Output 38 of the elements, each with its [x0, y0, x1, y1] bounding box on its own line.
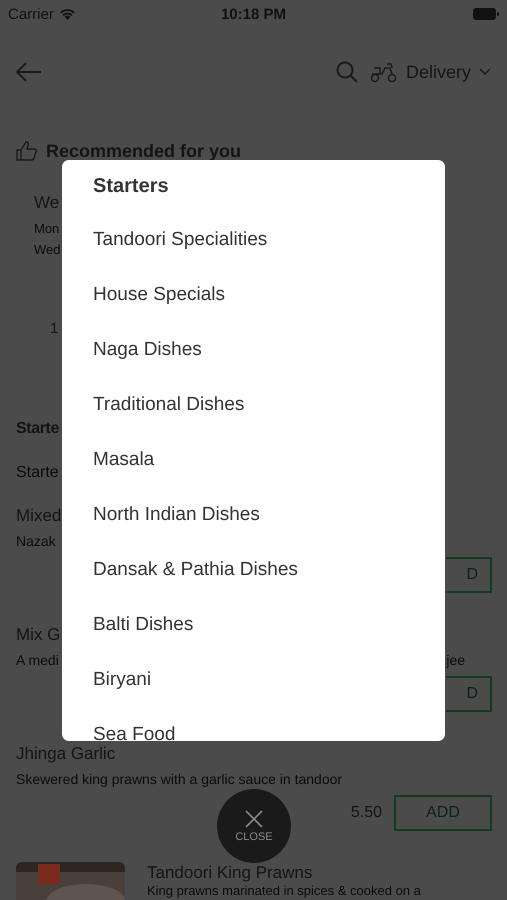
dish-description: Skewered king prawns with a garlic sauce in tandoor — [16, 771, 342, 787]
dish-name: Mix G — [16, 625, 60, 645]
modal-title: Starters — [93, 174, 169, 198]
carrier-label: Carrier — [8, 6, 54, 22]
recommended-item-title: We — [34, 193, 60, 213]
category-item[interactable]: Sea Food — [93, 724, 176, 741]
dish-description: Nazak — [16, 533, 56, 549]
back-arrow-icon[interactable] — [16, 62, 42, 82]
category-item[interactable]: Masala — [93, 448, 154, 470]
subsection-title: Starte — [16, 464, 59, 482]
chevron-down-icon — [479, 68, 491, 76]
dish-name: Tandoori King Prawns — [147, 864, 314, 881]
dish-description-end: jee — [446, 652, 465, 668]
close-icon — [245, 810, 263, 828]
scooter-icon — [370, 61, 398, 83]
category-item[interactable]: Traditional Dishes — [93, 394, 244, 416]
search-icon[interactable] — [336, 61, 358, 83]
dish-name: Jhinga Garlic — [16, 744, 116, 764]
status-time: 10:18 PM — [220, 6, 286, 22]
close-button[interactable]: CLOSE — [217, 789, 291, 863]
category-item[interactable]: House Specials — [93, 284, 226, 306]
dish-price: 5.50 — [350, 804, 382, 822]
dish-description: King prawns marinated in spices & cooked on a — [147, 884, 421, 897]
category-item[interactable]: Naga Dishes — [93, 338, 202, 360]
thumbs-up-icon — [16, 141, 38, 161]
recommended-title: Recommended for you — [46, 140, 242, 162]
wifi-icon — [58, 8, 76, 20]
dish-description: A medi — [16, 652, 59, 668]
recommended-item-hours: Mon — [34, 220, 60, 236]
category-item[interactable]: Tandoori Specialities — [93, 228, 268, 250]
battery-icon — [473, 8, 499, 20]
category-item[interactable]: Biryani — [93, 668, 152, 690]
recommended-item-hours: Wed — [34, 242, 60, 256]
category-item[interactable]: Balti Dishes — [93, 614, 194, 636]
section-title: Starte — [16, 420, 59, 438]
dish-name: Mixed — [16, 506, 62, 526]
category-item[interactable]: Dansak & Pathia Dishes — [93, 558, 298, 580]
category-item[interactable]: North Indian Dishes — [93, 504, 260, 526]
